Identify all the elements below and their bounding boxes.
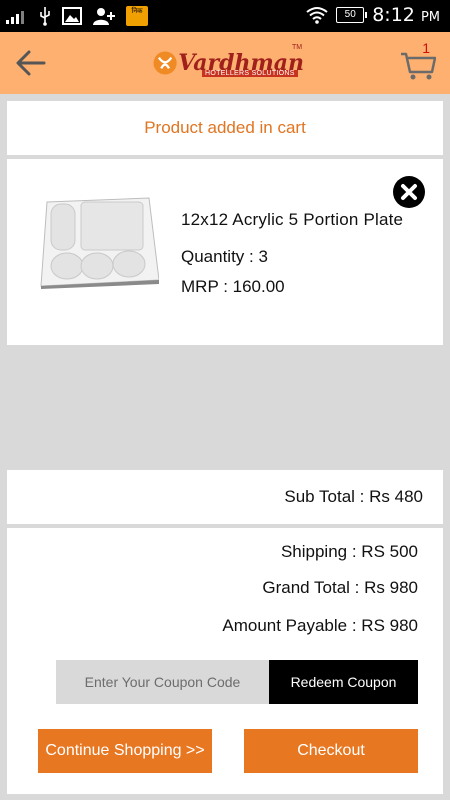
totals-panel: Shipping : RS 500 Grand Total : Rs 980 A…	[7, 528, 443, 794]
brand-subtitle: HOTELLERS SOLUTIONS	[202, 70, 298, 77]
checkout-button[interactable]: Checkout	[244, 729, 418, 773]
battery-indicator: 50	[336, 7, 368, 23]
sub-total: Sub Total : Rs 480	[284, 487, 423, 506]
close-icon	[401, 184, 417, 200]
added-notice: Product added in cart	[7, 101, 443, 155]
wifi-icon	[306, 7, 328, 24]
product-mrp: MRP : 160.00	[181, 277, 285, 296]
subtotal-panel: Sub Total : Rs 480	[7, 470, 443, 524]
clock-ampm: PM	[420, 10, 440, 25]
clock-time: 8:12	[372, 4, 415, 26]
cart-count-badge: 1	[422, 40, 430, 56]
remove-item-button[interactable]	[393, 176, 425, 208]
status-bar: निक 50 8:12 PM	[0, 0, 450, 32]
shipping-amount: Shipping : RS 500	[280, 542, 418, 561]
cart-button[interactable]: 1	[400, 40, 437, 82]
gallery-icon	[62, 7, 82, 25]
brand-tm: TM	[292, 44, 303, 51]
usb-icon	[40, 7, 50, 26]
continue-shopping-button[interactable]: Continue Shopping >>	[38, 729, 212, 773]
product-quantity: Quantity : 3	[181, 247, 268, 266]
product-name: 12x12 Acrylic 5 Portion Plate	[181, 210, 404, 229]
signal-icon	[6, 11, 24, 24]
brand-logo: Vardhman TM HOTELLERS SOLUTIONS	[152, 40, 304, 86]
logo-swirl-icon	[153, 51, 177, 75]
back-arrow-icon	[16, 50, 46, 76]
amount-payable: Amount Payable : RS 980	[222, 616, 418, 635]
app-bar: Vardhman TM HOTELLERS SOLUTIONS 1	[0, 32, 450, 94]
cart-icon	[401, 52, 437, 80]
cart-item: 12x12 Acrylic 5 Portion Plate Quantity :…	[7, 159, 443, 345]
product-image	[40, 197, 159, 289]
clock: 8:12 PM	[372, 4, 440, 26]
add-contact-icon	[93, 8, 115, 25]
status-left: निक	[6, 6, 148, 26]
grand-total: Grand Total : Rs 980	[262, 578, 418, 597]
back-button[interactable]	[14, 47, 48, 79]
redeem-coupon-button[interactable]: Redeem Coupon	[269, 660, 418, 704]
status-right: 50 8:12 PM	[306, 4, 440, 26]
news-app-icon: निक	[126, 6, 148, 26]
coupon-code-input[interactable]	[56, 660, 269, 704]
